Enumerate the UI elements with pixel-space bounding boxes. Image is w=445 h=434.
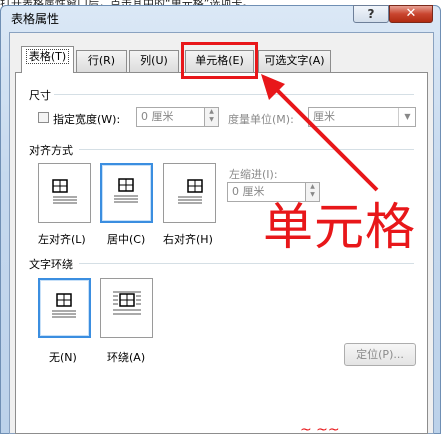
positioning-button[interactable]: 定位(P)... <box>344 343 416 366</box>
wrap-separator <box>79 263 414 264</box>
annotation-arrow-icon <box>261 74 379 192</box>
align-right-icon <box>178 179 203 204</box>
preferred-width-spinner[interactable]: ▲ ▼ <box>204 107 219 127</box>
tab-column[interactable]: 列(U) <box>129 50 179 72</box>
wrap-none-icon <box>52 293 76 318</box>
align-center-option[interactable] <box>100 163 153 223</box>
dialog-title: 表格属性 <box>11 12 60 26</box>
close-button[interactable]: ✕ <box>389 5 433 23</box>
tab-row[interactable]: 行(R) <box>76 50 127 72</box>
wrap-none-option[interactable] <box>38 278 91 338</box>
alignment-section-title: 对齐方式 <box>29 144 73 157</box>
cell-tab-highlight <box>181 42 258 79</box>
align-center-label: 居中(C) <box>107 233 146 246</box>
spin-up-icon: ▲ <box>209 108 214 115</box>
tab-table[interactable]: 表格(T) <box>21 46 74 73</box>
align-left-icon <box>52 179 77 204</box>
align-right-label: 右对齐(H) <box>163 233 213 246</box>
chevron-down-icon[interactable]: ▼ <box>398 108 416 126</box>
help-button[interactable]: ? <box>353 5 389 23</box>
preferred-width-checkbox[interactable] <box>38 112 49 123</box>
tab-table-label: 表格(T) <box>25 49 70 64</box>
align-right-option[interactable] <box>163 163 216 223</box>
wrap-around-label: 环绕(A) <box>107 351 146 364</box>
spin-down-icon: ▼ <box>209 116 214 123</box>
wrap-section-title: 文字环绕 <box>29 258 73 271</box>
tab-alt-text[interactable]: 可选文字(A) <box>258 50 331 72</box>
align-left-label: 左对齐(L) <box>38 233 86 246</box>
annotation-bottom-fragment: ~ ~~ <box>300 425 340 434</box>
align-left-option[interactable] <box>38 163 91 223</box>
wrap-none-label: 无(N) <box>49 351 77 364</box>
preferred-width-input[interactable]: 0 厘米 <box>136 107 206 127</box>
size-section-title: 尺寸 <box>29 89 51 102</box>
wrap-around-option[interactable] <box>100 278 153 338</box>
wrap-around-icon <box>113 291 141 315</box>
annotation-label: 单元格 <box>263 198 416 256</box>
preferred-width-label: 指定宽度(W): <box>53 113 121 126</box>
align-center-icon <box>114 178 138 203</box>
